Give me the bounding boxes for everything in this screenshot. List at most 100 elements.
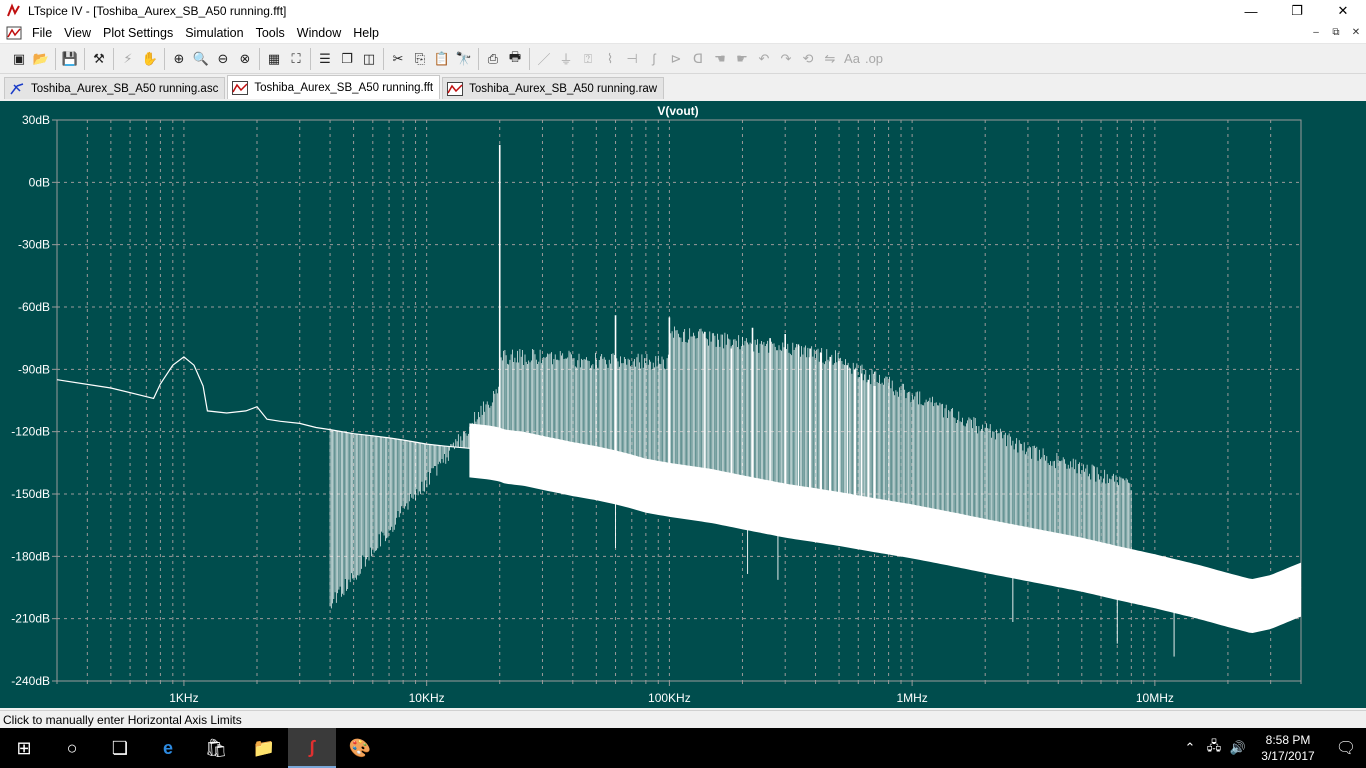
file-explorer-icon[interactable]: 📁 <box>240 728 288 768</box>
edge-browser-icon[interactable]: e <box>144 728 192 768</box>
inductor-icon[interactable]: ʃ <box>643 48 665 70</box>
chart-title[interactable]: V(vout) <box>657 104 698 118</box>
chevron-up-icon[interactable]: ⌃ <box>1178 740 1202 756</box>
menu-window[interactable]: Window <box>291 23 347 43</box>
x-tick-label: 1KHz <box>169 691 198 705</box>
y-tick-label: 0dB <box>29 175 50 189</box>
drag-hand-icon[interactable]: ☛ <box>731 48 753 70</box>
zoom-in-icon[interactable]: ⊕ <box>168 48 190 70</box>
tab-schematic[interactable]: Toshiba_Aurex_SB_A50 running.asc <box>4 77 225 99</box>
tab-label: Toshiba_Aurex_SB_A50 running.asc <box>31 83 218 95</box>
x-tick-label: 10MHz <box>1136 691 1174 705</box>
maximize-button[interactable]: ❐ <box>1274 0 1320 22</box>
control-panel-icon[interactable]: ⚒ <box>88 48 110 70</box>
mirror-icon[interactable]: ⇋ <box>819 48 841 70</box>
run-icon[interactable]: ⚡ <box>117 48 139 70</box>
menu-plot-settings[interactable]: Plot Settings <box>97 23 179 43</box>
network-icon[interactable]: 🖧 <box>1202 737 1226 759</box>
window-title: LTspice IV - [Toshiba_Aurex_SB_A50 runni… <box>28 4 1228 18</box>
ltspice-taskbar-icon[interactable]: ∫ <box>288 728 336 768</box>
x-tick-label: 1MHz <box>896 691 927 705</box>
status-text: Click to manually enter Horizontal Axis … <box>3 713 242 727</box>
clock[interactable]: 8:58 PM 3/17/2017 <box>1250 732 1326 764</box>
ground-icon[interactable]: ⏚ <box>555 48 577 70</box>
find-icon[interactable]: 🔭 <box>453 48 475 70</box>
mdi-close-button[interactable]: ✕ <box>1346 24 1366 42</box>
menu-tools[interactable]: Tools <box>250 23 291 43</box>
search-circle-icon[interactable]: ○ <box>48 728 96 768</box>
toolbar: ▣ 📂 💾 ⚒ ⚡ ✋ ⊕ 🔍 ⊖ ⊗ ▦ ⛶ ☰ ❐ ◫ ✂ ⎘ 📋 🔭 ⎙ … <box>0 44 1366 74</box>
tab-label: Toshiba_Aurex_SB_A50 running.fft <box>254 82 433 94</box>
fft-chart[interactable]: 30dB 0dB -30dB -60dB -90dB -120dB -150dB -180dB… <box>0 101 1366 708</box>
taskbar: ⊞ ○ ❏ e 🛍 📁 ∫ 🎨 ⌃ 🖧 🔊 8:58 PM 3/17/2017 … <box>0 728 1366 768</box>
undo-icon[interactable]: ↶ <box>753 48 775 70</box>
halt-icon[interactable]: ✋ <box>139 48 161 70</box>
print-icon[interactable]: 🖶 <box>504 48 526 70</box>
tab-raw[interactable]: Toshiba_Aurex_SB_A50 running.raw <box>442 77 664 99</box>
waveform-doc-icon <box>6 25 22 41</box>
save-icon[interactable]: 💾 <box>59 48 81 70</box>
component-icon[interactable]: ᗡ <box>687 48 709 70</box>
title-bar: LTspice IV - [Toshiba_Aurex_SB_A50 runni… <box>0 0 1366 22</box>
rotate-icon[interactable]: ⟲ <box>797 48 819 70</box>
autorange-icon[interactable]: ▦ <box>263 48 285 70</box>
clock-date: 3/17/2017 <box>1250 748 1326 764</box>
waveform-plot[interactable]: 30dB 0dB -30dB -60dB -90dB -120dB -150dB -180dB… <box>0 101 1366 708</box>
y-tick-label: -30dB <box>18 238 50 252</box>
cascade-icon[interactable]: ❐ <box>336 48 358 70</box>
store-icon[interactable]: 🛍 <box>192 728 240 768</box>
speaker-icon[interactable]: 🔊 <box>1226 740 1250 756</box>
tile-horizontal-icon[interactable]: ☰ <box>314 48 336 70</box>
ltspice-logo-icon <box>6 3 22 19</box>
system-tray: ⌃ 🖧 🔊 8:58 PM 3/17/2017 🗨 <box>1178 728 1366 768</box>
minimize-button[interactable]: — <box>1228 0 1274 22</box>
menu-help[interactable]: Help <box>347 23 385 43</box>
mdi-restore-button[interactable]: ⧉ <box>1326 24 1346 42</box>
zoom-area-icon[interactable]: 🔍 <box>190 48 212 70</box>
redo-icon[interactable]: ↷ <box>775 48 797 70</box>
mdi-controls: – ⧉ ✕ <box>1306 24 1366 42</box>
x-tick-label: 100KHz <box>648 691 691 705</box>
y-tick-label: -150dB <box>11 487 50 501</box>
y-tick-label: -120dB <box>11 425 50 439</box>
cut-icon[interactable]: ✂ <box>387 48 409 70</box>
document-tabs: Toshiba_Aurex_SB_A50 running.asc Toshiba… <box>0 75 1366 99</box>
close-button[interactable]: ✕ <box>1320 0 1366 22</box>
spice-directive-icon[interactable]: .op <box>863 48 885 70</box>
menu-simulation[interactable]: Simulation <box>179 23 249 43</box>
start-windows-icon[interactable]: ⊞ <box>0 728 48 768</box>
copy-icon[interactable]: ⎘ <box>409 48 431 70</box>
y-tick-label: 30dB <box>22 113 50 127</box>
paste-icon[interactable]: 📋 <box>431 48 453 70</box>
wire-icon[interactable]: ／ <box>533 48 555 70</box>
notification-icon[interactable]: 🗨 <box>1326 738 1366 758</box>
zoom-fit-icon[interactable]: ⛶ <box>285 48 307 70</box>
paint-icon[interactable]: 🎨 <box>336 728 384 768</box>
print-setup-icon[interactable]: ⎙ <box>482 48 504 70</box>
clock-time: 8:58 PM <box>1250 732 1326 748</box>
task-view-icon[interactable]: ❏ <box>96 728 144 768</box>
diode-icon[interactable]: ⊳ <box>665 48 687 70</box>
zoom-out-icon[interactable]: ⊖ <box>212 48 234 70</box>
tab-label: Toshiba_Aurex_SB_A50 running.raw <box>469 83 657 95</box>
y-tick-label: -240dB <box>11 674 50 688</box>
y-tick-label: -180dB <box>11 549 50 563</box>
menu-view[interactable]: View <box>58 23 97 43</box>
capacitor-icon[interactable]: ⊣ <box>621 48 643 70</box>
menu-file[interactable]: File <box>26 23 58 43</box>
menu-bar: File View Plot Settings Simulation Tools… <box>0 22 1366 44</box>
move-hand-icon[interactable]: ☚ <box>709 48 731 70</box>
schematic-icon <box>9 82 25 96</box>
label-net-icon[interactable]: ⍰ <box>577 48 599 70</box>
waveform-icon <box>232 81 248 95</box>
open-folder-icon[interactable]: 📂 <box>30 48 52 70</box>
resistor-icon[interactable]: ⌇ <box>599 48 621 70</box>
zoom-cancel-icon[interactable]: ⊗ <box>234 48 256 70</box>
waveform-icon <box>447 82 463 96</box>
mdi-minimize-button[interactable]: – <box>1306 24 1326 42</box>
text-icon[interactable]: Aa <box>841 48 863 70</box>
tab-fft[interactable]: Toshiba_Aurex_SB_A50 running.fft <box>227 75 440 99</box>
new-schematic-icon[interactable]: ▣ <box>8 48 30 70</box>
y-tick-label: -60dB <box>18 300 50 314</box>
tile-vertical-icon[interactable]: ◫ <box>358 48 380 70</box>
